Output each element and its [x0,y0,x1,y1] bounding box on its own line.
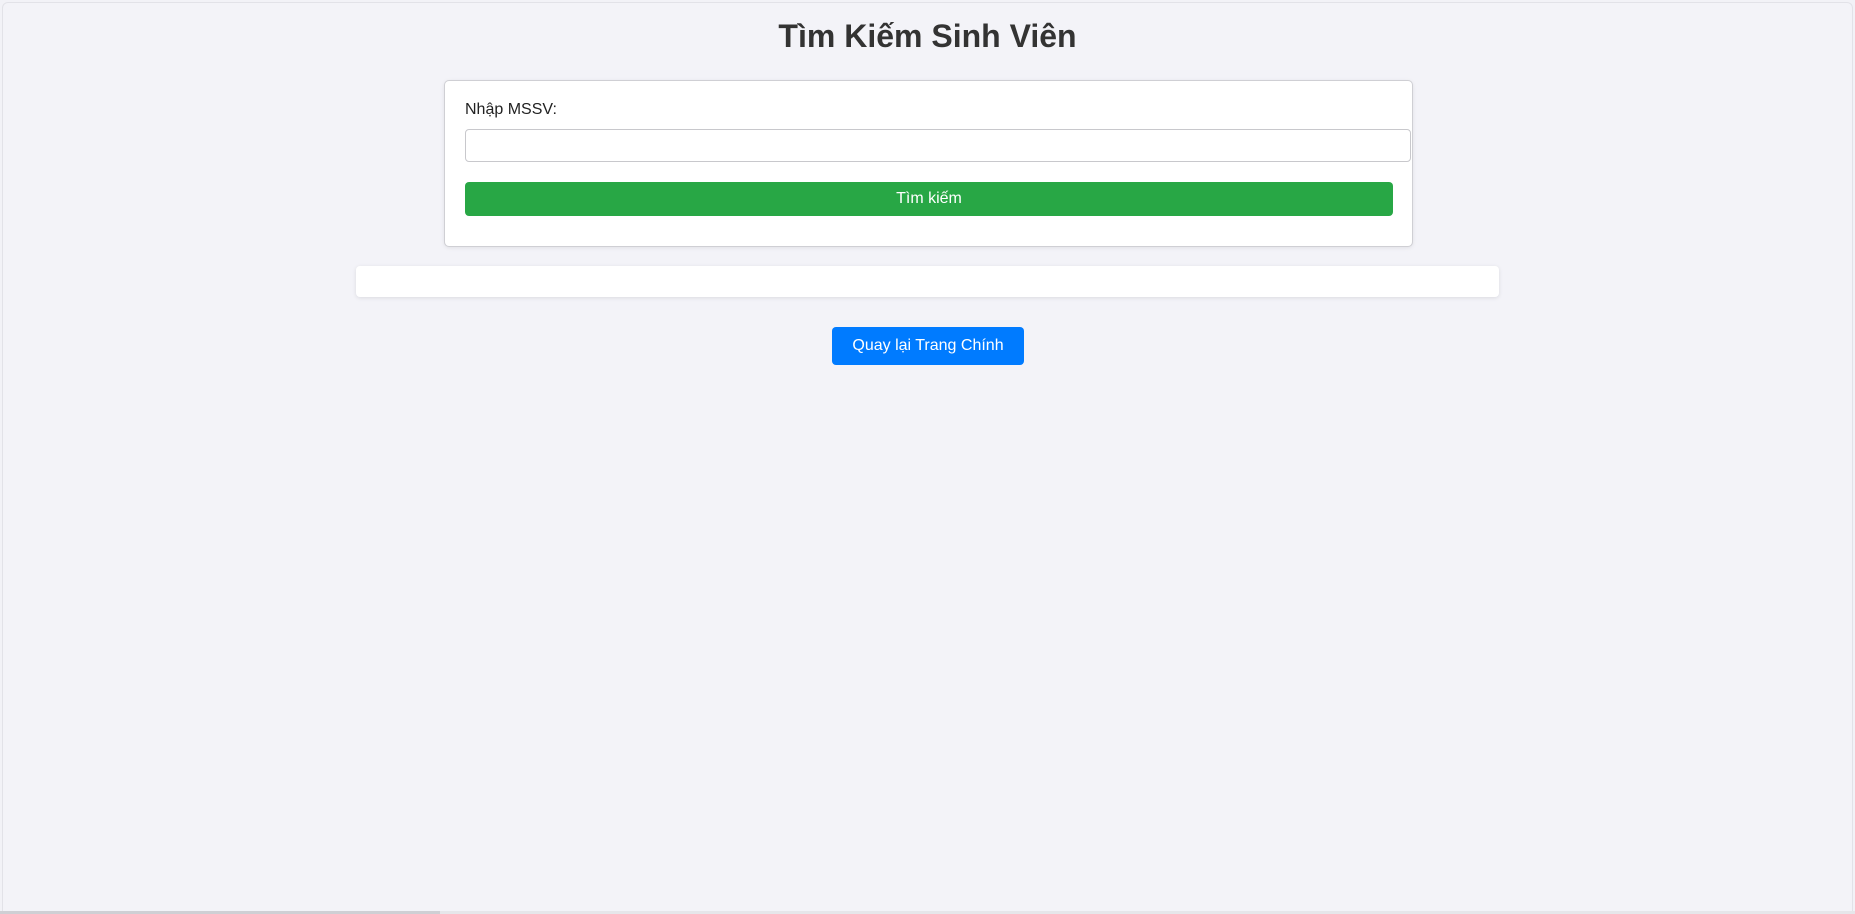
mssv-input[interactable] [465,129,1411,162]
mssv-label: Nhập MSSV: [465,101,557,118]
back-to-home-button[interactable]: Quay lại Trang Chính [832,327,1024,365]
result-box [356,266,1499,297]
page-title: Tìm Kiếm Sinh Viên [778,18,1077,54]
search-button[interactable]: Tìm kiếm [465,182,1393,216]
search-form-card: Nhập MSSV: Tìm kiếm [444,80,1413,247]
